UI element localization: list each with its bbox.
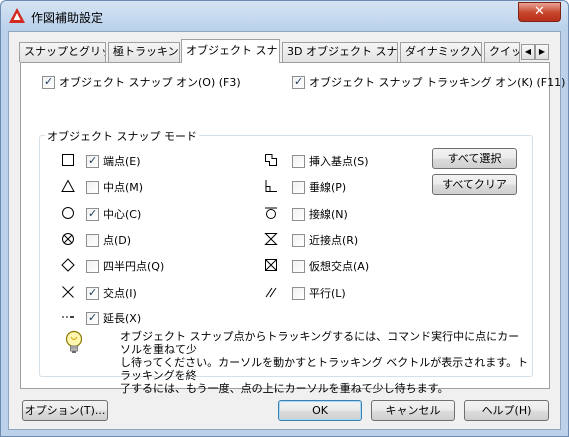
- osnap-on-check[interactable]: [42, 75, 55, 89]
- tab-quick-properties[interactable]: クイック: [484, 42, 520, 62]
- center-label: 中心(C): [103, 208, 142, 221]
- info-text: オブジェクト スナップ点からトラッキングするには、コマンド実行中に点にカーソルを…: [120, 330, 529, 395]
- node-checkbox[interactable]: [86, 233, 99, 247]
- quadrant-option[interactable]: 四半円点(Q): [86, 258, 164, 274]
- tab-3d-object-snap[interactable]: 3D オブジェクト スナップ: [282, 42, 398, 62]
- dialog-window: 作図補助設定 ✕ スナップとグリッド 極トラッキング オブジェクト スナップ 3…: [0, 0, 569, 437]
- endpoint-label: 端点(E): [103, 155, 141, 168]
- tangent-option[interactable]: 接線(N): [292, 206, 348, 222]
- tab-object-snap[interactable]: オブジェクト スナップ: [181, 39, 280, 63]
- tab-snap-grid[interactable]: スナップとグリッド: [19, 42, 106, 62]
- insert-option[interactable]: 挿入基点(S): [292, 153, 369, 169]
- apparent-intersection-checkbox[interactable]: [292, 259, 305, 273]
- tangent-checkbox[interactable]: [292, 207, 305, 221]
- midpoint-checkbox[interactable]: [86, 180, 99, 194]
- select-all-button[interactable]: すべて選択: [432, 148, 517, 169]
- quadrant-label: 四半円点(Q): [103, 260, 165, 273]
- tangent-label: 接線(N): [309, 208, 348, 221]
- osnap-tracking-on-checkbox[interactable]: オブジェクト スナップ トラッキング オン(K) (F11): [292, 74, 565, 90]
- extension-option[interactable]: 延長(X): [86, 310, 141, 326]
- tab-scroll-left-button[interactable]: ◀: [521, 44, 535, 60]
- intersection-x-icon: [61, 285, 75, 299]
- dialog-client-area: スナップとグリッド 極トラッキング オブジェクト スナップ 3D オブジェクト …: [8, 31, 565, 430]
- nearest-option[interactable]: 近接点(R): [292, 232, 358, 248]
- perpendicular-icon: [264, 179, 278, 193]
- cancel-button[interactable]: キャンセル: [371, 400, 455, 421]
- parallel-checkbox[interactable]: [292, 286, 305, 300]
- close-button[interactable]: ✕: [518, 2, 561, 22]
- tab-dynamic-input[interactable]: ダイナミック入力: [400, 42, 482, 62]
- osnap-tracking-on-label: オブジェクト スナップ トラッキング オン(K) (F11): [309, 76, 566, 89]
- parallel-icon: [264, 285, 278, 299]
- center-circle-icon: [61, 206, 75, 220]
- intersection-option[interactable]: 交点(I): [86, 285, 137, 301]
- quadrant-diamond-icon: [61, 258, 75, 272]
- midpoint-option[interactable]: 中点(M): [86, 179, 143, 195]
- endpoint-checkbox[interactable]: [86, 154, 99, 168]
- parallel-label: 平行(L): [309, 287, 346, 300]
- apparent-intersection-option[interactable]: 仮想交点(A): [292, 258, 369, 274]
- endpoint-option[interactable]: 端点(E): [86, 153, 141, 169]
- nearest-label: 近接点(R): [309, 234, 359, 247]
- lightbulb-icon: [65, 330, 83, 353]
- parallel-option[interactable]: 平行(L): [292, 285, 346, 301]
- nearest-hourglass-icon: [264, 232, 278, 246]
- osnap-modes-group: オブジェクト スナップ モード 端点(E) 中点(M): [39, 128, 533, 395]
- clear-all-button[interactable]: すべてクリア: [432, 174, 517, 195]
- node-option[interactable]: 点(D): [86, 232, 131, 248]
- help-button[interactable]: ヘルプ(H): [464, 400, 549, 421]
- insert-checkbox[interactable]: [292, 154, 305, 168]
- apparent-intersection-icon: [264, 258, 278, 272]
- tab-scroll-right-button[interactable]: ▶: [535, 44, 549, 60]
- tab-polar-tracking[interactable]: 極トラッキング: [108, 42, 180, 62]
- center-checkbox[interactable]: [86, 207, 99, 221]
- title-bar[interactable]: 作図補助設定 ✕: [1, 1, 568, 31]
- intersection-label: 交点(I): [103, 287, 137, 300]
- osnap-on-label: オブジェクト スナップ オン(O) (F3): [59, 76, 241, 89]
- osnap-tracking-on-check[interactable]: [292, 75, 305, 89]
- perpendicular-option[interactable]: 垂線(P): [292, 179, 346, 195]
- midpoint-triangle-icon: [61, 179, 75, 193]
- osnap-on-checkbox[interactable]: オブジェクト スナップ オン(O) (F3): [42, 74, 241, 90]
- apparent-intersection-label: 仮想交点(A): [309, 260, 370, 273]
- perpendicular-label: 垂線(P): [309, 181, 347, 194]
- nearest-checkbox[interactable]: [292, 233, 305, 247]
- tangent-icon: [264, 206, 278, 220]
- midpoint-label: 中点(M): [103, 181, 144, 194]
- autocad-logo-icon: [9, 8, 25, 23]
- intersection-checkbox[interactable]: [86, 286, 99, 300]
- osnap-modes-legend: オブジェクト スナップ モード: [45, 128, 199, 144]
- center-option[interactable]: 中心(C): [86, 206, 141, 222]
- insert-label: 挿入基点(S): [309, 155, 369, 168]
- options-button[interactable]: オプション(T)...: [22, 400, 108, 421]
- extension-dots-icon: [61, 310, 75, 324]
- window-title: 作図補助設定: [31, 11, 104, 25]
- quadrant-checkbox[interactable]: [86, 259, 99, 273]
- extension-checkbox[interactable]: [86, 311, 99, 325]
- endpoint-square-icon: [61, 153, 75, 167]
- ok-button[interactable]: OK: [278, 400, 362, 421]
- node-label: 点(D): [103, 234, 132, 247]
- perpendicular-checkbox[interactable]: [292, 180, 305, 194]
- node-circle-x-icon: [61, 232, 75, 246]
- insert-icon: [264, 153, 278, 167]
- extension-label: 延長(X): [103, 312, 142, 325]
- object-snap-page: オブジェクト スナップ オン(O) (F3) オブジェクト スナップ トラッキン…: [20, 62, 565, 395]
